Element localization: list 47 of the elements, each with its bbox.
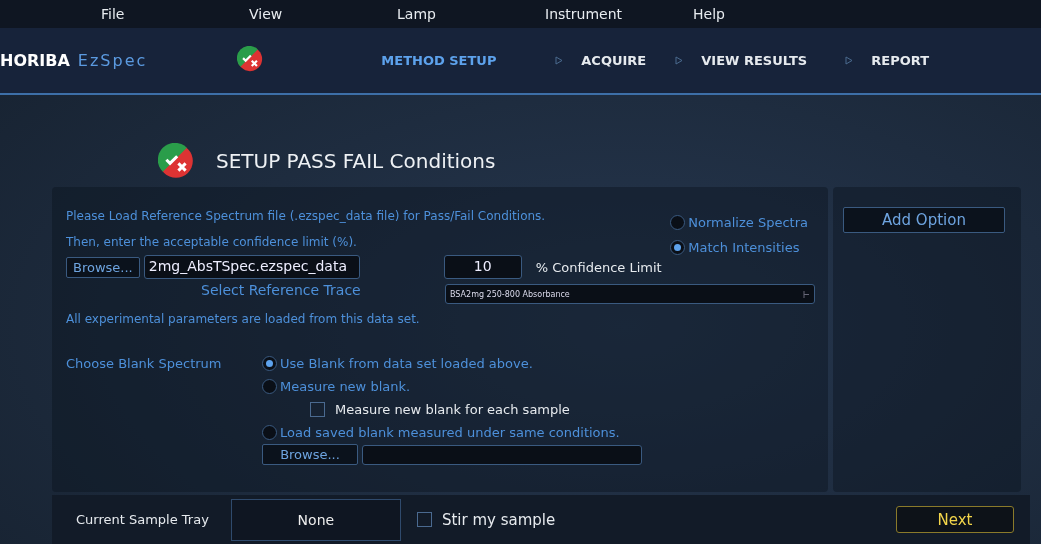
step-tab[interactable]: ACQUIRE (581, 53, 658, 69)
option-label: Normalize Spectra (688, 215, 808, 231)
tray-field[interactable]: None (230, 498, 401, 541)
menu-item[interactable]: View (233, 5, 381, 22)
step-tab[interactable]: VIEW RESULTS (701, 53, 828, 69)
blank-label: Choose Blank Spectrum (66, 356, 223, 372)
menu-item[interactable]: File (85, 5, 233, 22)
file-field[interactable]: 2mg_AbsTSpec.ezspec_data (143, 255, 360, 280)
radio-button[interactable] (670, 240, 686, 256)
next-button[interactable]: Next (896, 506, 1014, 534)
radio-button[interactable] (262, 356, 277, 372)
dropdown-arrow-icon (803, 289, 810, 299)
info-text: All experimental parameters are loaded from this data set. (66, 312, 420, 327)
trace-select[interactable]: BSA2mg 250-800 Absorbance (445, 284, 815, 305)
option-label: Load saved blank measured under same conditions. (280, 425, 620, 441)
browse-button[interactable]: Browse... (262, 444, 358, 466)
section-title: SETUP PASS FAIL Conditions (216, 149, 496, 174)
radio-button[interactable] (262, 425, 277, 441)
step-tab[interactable]: METHOD SETUP (381, 53, 538, 69)
pass-fail-icon (237, 45, 264, 72)
instruction-text: Then, enter the acceptable confidence limit (%). (66, 235, 357, 250)
menu-item[interactable]: Lamp (381, 5, 529, 22)
radio-button[interactable] (262, 379, 277, 395)
option-label: Measure new blank. (280, 379, 411, 395)
tray-label: Current Sample Tray (76, 512, 209, 528)
step-tab[interactable]: REPORT (871, 53, 942, 69)
checkbox[interactable] (416, 512, 432, 528)
step-arrow-icon (675, 56, 684, 66)
step-arrow-icon (555, 56, 564, 66)
confidence-label: % Confidence Limit (535, 259, 662, 275)
menu-item[interactable]: Help (677, 5, 825, 22)
brand-logo: HORIBA EzSpec (0, 51, 148, 71)
checkbox-label: Measure new blank for each sample (335, 402, 570, 418)
radio-button[interactable] (670, 215, 686, 231)
step-arrow-icon (845, 56, 854, 66)
path-field[interactable] (362, 444, 642, 465)
option-label: Match Intensities (688, 240, 800, 256)
trace-label: Select Reference Trace (201, 282, 362, 299)
checkbox[interactable] (310, 402, 325, 418)
confidence-field[interactable]: 10 (443, 255, 522, 280)
pass-fail-icon (158, 143, 194, 180)
add-option-button[interactable]: Add Option (843, 207, 1005, 234)
browse-button[interactable]: Browse... (66, 256, 140, 278)
menu-item[interactable]: Instrument (529, 5, 677, 22)
checkbox-label: Stir my sample (441, 510, 556, 529)
instruction-text: Please Load Reference Spectrum file (.ezspec_data file) for Pass/Fail Conditions. (66, 209, 546, 224)
option-label: Use Blank from data set loaded above. (280, 356, 533, 372)
